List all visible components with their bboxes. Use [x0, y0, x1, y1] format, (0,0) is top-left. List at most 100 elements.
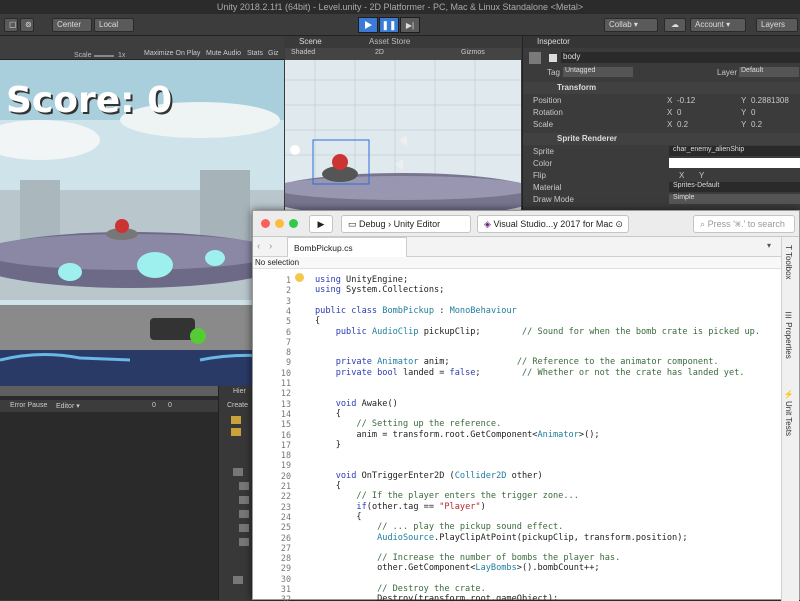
code-line[interactable]: 24 { — [253, 512, 781, 522]
status-bar-tool[interactable]: ◈ Visual Studio...y 2017 for Mac ⊙ — [477, 215, 629, 233]
forward-arrow-icon[interactable]: › — [269, 241, 272, 252]
game-viewport[interactable]: Score: 0 — [0, 60, 284, 386]
tab-bombpickup[interactable]: BombPickup.cs — [287, 237, 407, 257]
code-line[interactable]: 15 // Setting up the reference. — [253, 419, 781, 429]
flip-y-checkbox[interactable]: Y — [699, 171, 704, 180]
tag-dropdown[interactable]: Untagged — [563, 67, 633, 77]
pivot-center-toggle[interactable]: Center — [52, 18, 92, 32]
step-button[interactable]: ▶| — [400, 17, 420, 33]
position-y-field[interactable]: 0.2881308 — [751, 96, 789, 105]
error-pause-toggle[interactable]: Error Pause — [10, 402, 47, 409]
tab-scene[interactable]: Scene — [299, 37, 322, 46]
cloud-icon[interactable]: ☁ — [664, 18, 686, 32]
code-line[interactable]: 25 // ... play the pickup sound effect. — [253, 522, 781, 532]
pivot-local-toggle[interactable]: Local — [94, 18, 134, 32]
breadcrumb[interactable]: No selection — [253, 257, 781, 269]
create-dropdown[interactable]: Create — [227, 402, 248, 409]
scale-y-field[interactable]: 0.2 — [751, 120, 762, 129]
code-line[interactable]: 6 public AudioClip pickupClip; // Sound … — [253, 327, 781, 337]
play-button[interactable] — [358, 17, 378, 33]
code-line[interactable]: 11 — [253, 378, 781, 388]
code-line[interactable]: 17 } — [253, 440, 781, 450]
code-line[interactable]: 4 public class BombPickup : MonoBehaviour — [253, 306, 781, 316]
code-line[interactable]: 27 — [253, 543, 781, 553]
lightbulb-icon[interactable] — [295, 273, 304, 282]
code-line[interactable]: 26 AudioSource.PlayClipAtPoint(pickupCli… — [253, 533, 781, 543]
mute-audio-toggle[interactable]: Mute Audio — [206, 50, 241, 57]
code-line[interactable]: 1 using UnityEngine; — [253, 275, 781, 285]
rect-tool-icon[interactable]: ▢ — [4, 18, 18, 32]
configuration-selector[interactable]: ▭ Debug › Unity Editor — [341, 215, 471, 233]
material-field[interactable]: Sprites-Default — [669, 182, 800, 192]
unit-tests-pad-tab[interactable]: ⚡ Unit Tests — [784, 389, 793, 436]
code-line[interactable]: 20 void OnTriggerEnter2D (Collider2D oth… — [253, 471, 781, 481]
code-line[interactable]: 14 { — [253, 409, 781, 419]
search-input[interactable]: ⌕ Press '⌘.' to search — [693, 215, 795, 233]
sprite-field[interactable]: char_enemy_alienShip — [669, 146, 800, 156]
collab-dropdown[interactable]: Collab ▾ — [604, 18, 658, 32]
draw-mode-dropdown[interactable]: Simple — [669, 194, 800, 204]
code-line[interactable]: 8 — [253, 347, 781, 357]
minimize-window-icon[interactable] — [275, 219, 284, 228]
code-line[interactable]: 16 anim = transform.root.GetComponent<An… — [253, 430, 781, 440]
scale-slider[interactable] — [94, 55, 114, 57]
warning-count[interactable]: 0 — [168, 402, 172, 409]
code-line[interactable]: 30 — [253, 574, 781, 584]
editor-dropdown[interactable]: Editor ▾ — [56, 402, 80, 410]
scale-x-field[interactable]: 0.2 — [677, 120, 688, 129]
properties-pad-tab[interactable]: ☰ Properties — [784, 311, 793, 359]
maximize-on-play-toggle[interactable]: Maximize On Play — [144, 50, 200, 57]
transform-header[interactable]: Transform — [523, 82, 800, 94]
layer-dropdown[interactable]: Default — [739, 67, 799, 77]
code-line[interactable]: 12 — [253, 388, 781, 398]
flip-x-checkbox[interactable]: X — [679, 171, 684, 180]
position-x-field[interactable]: -0.12 — [677, 96, 695, 105]
layers-dropdown[interactable]: Layers — [756, 18, 798, 32]
tab-overflow-icon[interactable]: ▾ — [767, 241, 771, 250]
color-swatch[interactable] — [669, 158, 800, 168]
code-line[interactable]: 31 // Destroy the crate. — [253, 584, 781, 594]
status-label: Visual Studio...y 2017 for Mac — [493, 219, 613, 229]
code-line[interactable]: 3 — [253, 296, 781, 306]
object-name-field[interactable]: body — [561, 52, 800, 63]
code-line[interactable]: 5{ — [253, 316, 781, 326]
pause-button[interactable]: ❚❚ — [379, 17, 399, 33]
code-line[interactable]: 28 // Increase the number of bombs the p… — [253, 553, 781, 563]
code-line[interactable]: 2 using System.Collections; — [253, 285, 781, 295]
rotation-x-field[interactable]: 0 — [677, 108, 681, 117]
code-editor[interactable]: 1 using UnityEngine; 2 using System.Collect… — [253, 269, 781, 601]
tab-asset-store[interactable]: Asset Store — [369, 37, 410, 46]
code-text: // Increase the number of bombs the play… — [377, 553, 621, 564]
account-dropdown[interactable]: Account ▾ — [690, 18, 746, 32]
scene-viewport[interactable] — [285, 60, 521, 211]
sprite-renderer-header[interactable]: Sprite Renderer — [523, 133, 800, 145]
gizmos-toggle[interactable]: Giz — [268, 50, 279, 57]
configuration-label: Debug — [359, 219, 386, 229]
2d-mode-toggle[interactable]: 2D — [375, 49, 384, 56]
code-line[interactable]: 7 — [253, 337, 781, 347]
rotation-y-field[interactable]: 0 — [751, 108, 755, 117]
code-line[interactable]: 19 — [253, 460, 781, 470]
code-line[interactable]: 22 // If the player enters the trigger z… — [253, 491, 781, 501]
back-arrow-icon[interactable]: ‹ — [257, 241, 260, 252]
code-line[interactable]: 21 { — [253, 481, 781, 491]
code-line[interactable]: 29 other.GetComponent<LayBombs>().bombCo… — [253, 563, 781, 573]
code-line[interactable]: 13 void Awake() — [253, 399, 781, 409]
gizmos-dropdown[interactable]: Gizmos — [461, 49, 485, 56]
error-count[interactable]: 0 — [152, 402, 156, 409]
stats-toggle[interactable]: Stats — [247, 50, 263, 57]
code-line[interactable]: 18 — [253, 450, 781, 460]
toolbox-pad-tab[interactable]: T Toolbox — [784, 245, 793, 280]
active-checkbox[interactable] — [549, 54, 557, 62]
code-line[interactable]: 10 private bool landed = false; // Wheth… — [253, 368, 781, 378]
transform-tool-icon[interactable]: ⊚ — [20, 18, 34, 32]
close-window-icon[interactable] — [261, 219, 270, 228]
tab-inspector[interactable]: Inspector — [537, 37, 570, 46]
line-number: 24 — [280, 511, 291, 522]
code-line[interactable]: 23 if(other.tag == "Player") — [253, 502, 781, 512]
run-button[interactable]: ▶ — [309, 215, 333, 233]
tab-hierarchy[interactable]: Hier — [233, 388, 246, 395]
code-line[interactable]: 9 private Animator anim; // Reference to… — [253, 357, 781, 367]
shading-mode-dropdown[interactable]: Shaded — [291, 49, 315, 56]
zoom-window-icon[interactable] — [289, 219, 298, 228]
